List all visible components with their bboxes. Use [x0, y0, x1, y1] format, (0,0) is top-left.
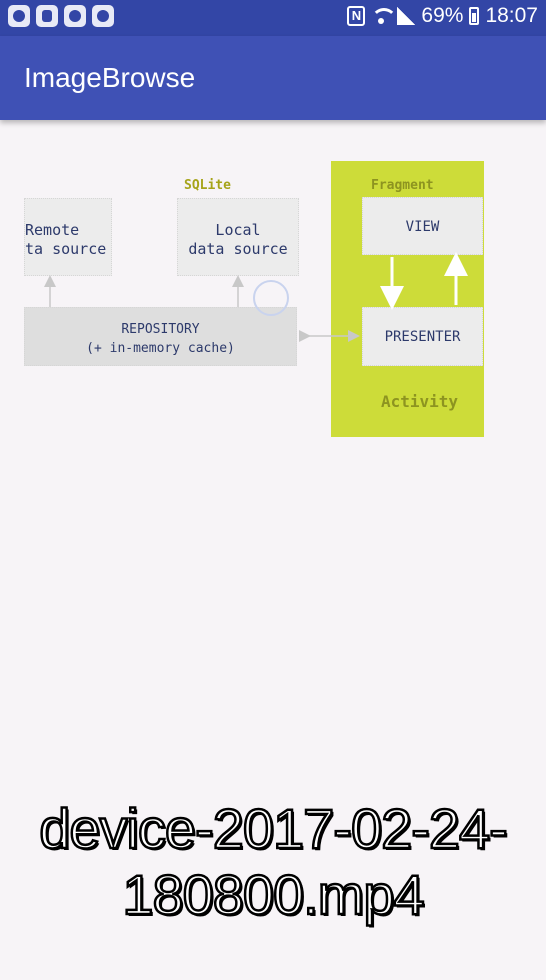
paw-icon [8, 5, 30, 27]
filename-overlay: device-2017-02-24- 180800.mp4 [0, 796, 546, 928]
wifi-icon [371, 6, 398, 26]
touch-indicator [253, 280, 289, 316]
signal-icon [397, 7, 416, 25]
notification-icons [8, 5, 114, 27]
paw-icon [64, 5, 86, 27]
status-bar: N 69% 18:07 [0, 0, 546, 36]
app-bar: ImageBrowse [0, 36, 546, 120]
galaxy-apps-icon [36, 5, 58, 27]
filename-line1: device-2017-02-24- [38, 796, 509, 862]
system-indicators: N 69% 18:07 [347, 4, 538, 28]
app-title: ImageBrowse [24, 62, 196, 93]
battery-percent: 69% [421, 4, 464, 27]
battery-charging-icon [469, 7, 480, 25]
nfc-icon: N [347, 6, 366, 26]
filename-line2: 180800.mp4 [121, 862, 426, 928]
architecture-diagram: Fragment Activity Remote ta source SQLit… [0, 150, 546, 450]
clock: 18:07 [485, 4, 538, 27]
paw-icon [92, 5, 114, 27]
